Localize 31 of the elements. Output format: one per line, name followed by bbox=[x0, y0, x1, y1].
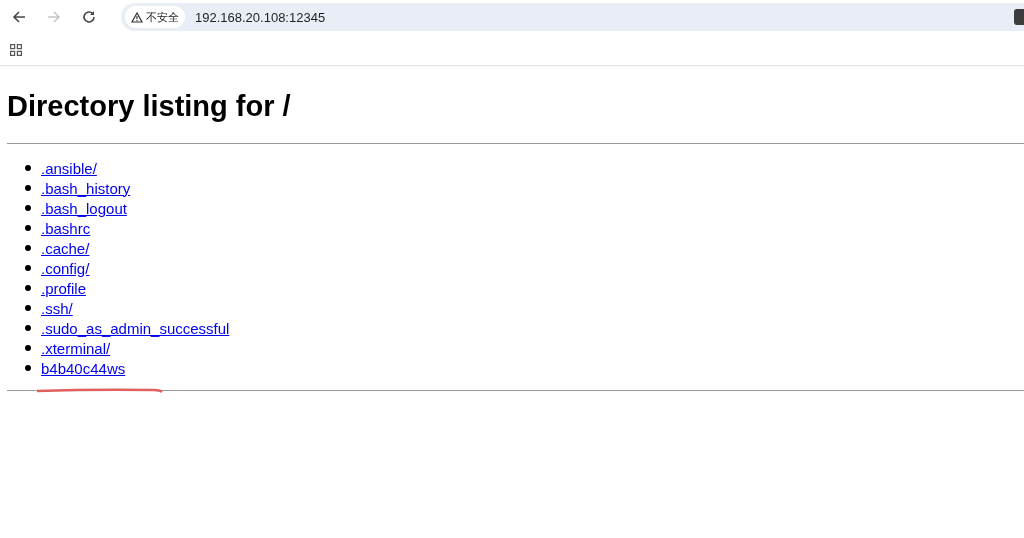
apps-grid-icon[interactable] bbox=[10, 43, 22, 56]
file-link[interactable]: .xterminal/ bbox=[41, 339, 111, 357]
bullet-icon bbox=[25, 325, 31, 331]
bullet-icon bbox=[25, 345, 31, 351]
bullet-icon bbox=[25, 245, 31, 251]
reload-icon bbox=[82, 10, 96, 24]
file-link[interactable]: .ansible/ bbox=[41, 159, 97, 177]
security-chip[interactable]: 不安全 bbox=[125, 6, 185, 28]
bullet-icon bbox=[25, 225, 31, 231]
bullet-icon bbox=[25, 365, 31, 371]
bullet-icon bbox=[25, 285, 31, 291]
bullet-icon bbox=[25, 205, 31, 211]
page-heading: Directory listing for / bbox=[7, 89, 292, 124]
extension-icon[interactable] bbox=[1014, 9, 1024, 25]
warning-icon bbox=[131, 11, 143, 23]
forward-arrow-icon bbox=[47, 10, 61, 24]
file-link[interactable]: .bash_history bbox=[41, 179, 131, 197]
back-arrow-icon bbox=[12, 10, 26, 24]
file-link[interactable]: .config/ bbox=[41, 259, 90, 277]
file-link[interactable]: .profile bbox=[41, 279, 87, 297]
bullet-icon bbox=[25, 265, 31, 271]
file-link[interactable]: .cache/ bbox=[41, 239, 90, 257]
file-link[interactable]: b4b40c44ws bbox=[41, 359, 126, 377]
file-link[interactable]: .bash_logout bbox=[41, 199, 127, 217]
bullet-icon bbox=[25, 165, 31, 171]
bullet-icon bbox=[25, 185, 31, 191]
bullet-icon bbox=[25, 305, 31, 311]
address-field[interactable]: 192.168.20.108:12345 bbox=[195, 9, 326, 25]
file-link[interactable]: .bashrc bbox=[41, 219, 91, 237]
file-link[interactable]: .sudo_as_admin_successful bbox=[41, 319, 230, 337]
file-link[interactable]: .ssh/ bbox=[41, 299, 73, 317]
